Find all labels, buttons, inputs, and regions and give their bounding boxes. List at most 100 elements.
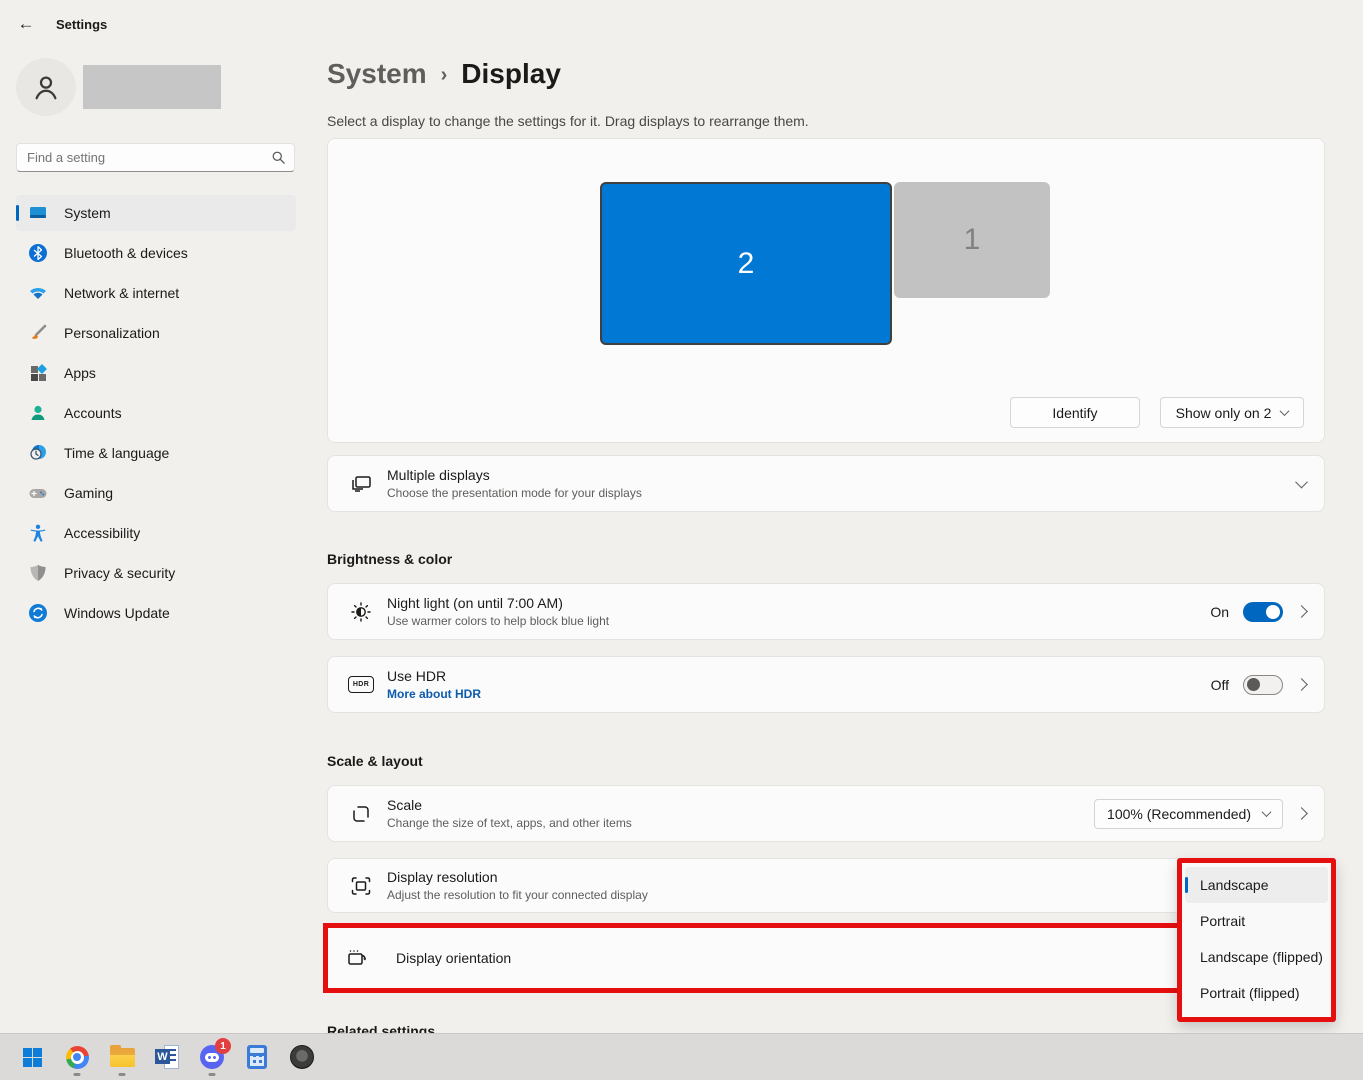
sidebar-item-label: Network & internet bbox=[64, 285, 179, 301]
orientation-option-portrait-flipped[interactable]: Portrait (flipped) bbox=[1185, 975, 1328, 1011]
display-resolution-row[interactable]: Display resolution Adjust the resolution… bbox=[327, 858, 1325, 913]
use-hdr-row[interactable]: HDR Use HDR More about HDR Off bbox=[327, 656, 1325, 713]
sidebar-item-label: Bluetooth & devices bbox=[64, 245, 188, 261]
scale-select[interactable]: 100% (Recommended) bbox=[1094, 799, 1283, 829]
sidebar-item-system[interactable]: System bbox=[16, 195, 296, 231]
identify-button[interactable]: Identify bbox=[1010, 397, 1140, 428]
breadcrumb-system[interactable]: System bbox=[327, 58, 427, 90]
word-icon: W bbox=[155, 1045, 179, 1069]
page-title: Display bbox=[461, 58, 561, 90]
sidebar-item-label: Accessibility bbox=[64, 525, 140, 541]
user-name-redacted bbox=[83, 65, 221, 109]
sidebar-item-label: Time & language bbox=[64, 445, 169, 461]
multiple-displays-title: Multiple displays bbox=[387, 467, 1297, 483]
orientation-option-portrait[interactable]: Portrait bbox=[1185, 903, 1328, 939]
shield-icon bbox=[28, 563, 48, 583]
breadcrumb: System › Display bbox=[327, 58, 561, 90]
sidebar-item-privacy-security[interactable]: Privacy & security bbox=[16, 555, 296, 591]
monitor-1-label: 1 bbox=[964, 223, 981, 257]
search-box[interactable] bbox=[16, 143, 295, 172]
sidebar-item-personalization[interactable]: Personalization bbox=[16, 315, 296, 351]
scale-value: 100% (Recommended) bbox=[1107, 806, 1251, 822]
sidebar-item-label: Gaming bbox=[64, 485, 113, 501]
wifi-icon bbox=[28, 283, 48, 303]
multiple-displays-icon bbox=[348, 472, 374, 496]
display-orientation-row[interactable]: Display orientation bbox=[323, 923, 1189, 993]
multiple-displays-subtitle: Choose the presentation mode for your di… bbox=[387, 486, 1297, 500]
more-about-hdr-link[interactable]: More about HDR bbox=[387, 687, 1211, 701]
apps-icon bbox=[28, 363, 48, 383]
hdr-state: Off bbox=[1211, 677, 1229, 693]
chevron-right-icon[interactable] bbox=[1295, 807, 1308, 820]
monitor-1[interactable]: 1 bbox=[894, 182, 1050, 298]
start-button[interactable] bbox=[12, 1036, 52, 1078]
night-light-icon bbox=[348, 600, 374, 624]
display-arrangement-panel: 2 1 Identify Show only on 2 bbox=[327, 138, 1325, 443]
page-subtitle: Select a display to change the settings … bbox=[327, 113, 809, 129]
search-icon[interactable] bbox=[271, 150, 286, 165]
display-resolution-icon bbox=[348, 874, 374, 898]
sidebar-item-label: Privacy & security bbox=[64, 565, 175, 581]
calculator-icon bbox=[247, 1045, 267, 1069]
avatar bbox=[16, 58, 76, 116]
update-icon bbox=[28, 603, 48, 623]
night-light-title: Night light (on until 7:00 AM) bbox=[387, 595, 1210, 611]
scale-icon bbox=[348, 802, 374, 826]
app-title: Settings bbox=[56, 17, 107, 32]
scale-subtitle: Change the size of text, apps, and other… bbox=[387, 816, 1094, 830]
sidebar-item-accounts[interactable]: Accounts bbox=[16, 395, 296, 431]
section-scale-layout: Scale & layout bbox=[327, 753, 423, 769]
taskbar: W 1 bbox=[0, 1033, 1363, 1080]
sidebar-item-label: Personalization bbox=[64, 325, 160, 341]
search-input[interactable] bbox=[27, 150, 271, 165]
file-explorer-icon bbox=[110, 1048, 135, 1067]
taskbar-calculator[interactable] bbox=[237, 1036, 277, 1078]
night-light-row[interactable]: Night light (on until 7:00 AM) Use warme… bbox=[327, 583, 1325, 640]
display-orientation-title: Display orientation bbox=[396, 950, 511, 966]
taskbar-chrome[interactable] bbox=[57, 1036, 97, 1078]
chevron-down-icon bbox=[1262, 807, 1272, 817]
scale-row[interactable]: Scale Change the size of text, apps, and… bbox=[327, 785, 1325, 842]
accounts-icon bbox=[28, 403, 48, 423]
chevron-right-icon[interactable] bbox=[1295, 605, 1308, 618]
chevron-right-icon[interactable] bbox=[1295, 678, 1308, 691]
section-brightness-color: Brightness & color bbox=[327, 551, 452, 567]
paintbrush-icon bbox=[28, 323, 48, 343]
sidebar-item-apps[interactable]: Apps bbox=[16, 355, 296, 391]
show-only-dropdown[interactable]: Show only on 2 bbox=[1160, 397, 1304, 428]
display-resolution-title: Display resolution bbox=[387, 869, 1193, 885]
sidebar-item-windows-update[interactable]: Windows Update bbox=[16, 595, 296, 631]
chevron-down-icon bbox=[1280, 406, 1290, 416]
sidebar-item-accessibility[interactable]: Accessibility bbox=[16, 515, 296, 551]
sidebar-item-bluetooth-devices[interactable]: Bluetooth & devices bbox=[16, 235, 296, 271]
account-block[interactable] bbox=[16, 58, 221, 116]
running-indicator bbox=[209, 1073, 216, 1076]
person-icon bbox=[31, 72, 61, 102]
breadcrumb-separator: › bbox=[441, 64, 448, 87]
chevron-down-icon[interactable] bbox=[1295, 476, 1308, 489]
monitor-2[interactable]: 2 bbox=[600, 182, 892, 345]
windows-logo-icon bbox=[23, 1048, 42, 1067]
back-button[interactable]: ← bbox=[10, 8, 42, 40]
taskbar-discord[interactable]: 1 bbox=[192, 1036, 232, 1078]
orientation-dropdown: Landscape Portrait Landscape (flipped) P… bbox=[1177, 858, 1336, 1022]
taskbar-word[interactable]: W bbox=[147, 1036, 187, 1078]
multiple-displays-row[interactable]: Multiple displays Choose the presentatio… bbox=[327, 455, 1325, 512]
night-light-state: On bbox=[1210, 604, 1229, 620]
hdr-toggle[interactable] bbox=[1243, 675, 1283, 695]
world-of-tanks-icon bbox=[290, 1045, 314, 1069]
sidebar-item-network-internet[interactable]: Network & internet bbox=[16, 275, 296, 311]
running-indicator bbox=[119, 1073, 126, 1076]
hdr-icon: HDR bbox=[348, 676, 374, 693]
running-indicator bbox=[74, 1073, 81, 1076]
night-light-toggle[interactable] bbox=[1243, 602, 1283, 622]
main-content: System › Display Select a display to cha… bbox=[327, 0, 1325, 1080]
orientation-option-landscape[interactable]: Landscape bbox=[1185, 867, 1328, 903]
taskbar-file-explorer[interactable] bbox=[102, 1036, 142, 1078]
orientation-option-landscape-flipped[interactable]: Landscape (flipped) bbox=[1185, 939, 1328, 975]
sidebar-item-label: Windows Update bbox=[64, 605, 170, 621]
taskbar-world-of-tanks[interactable] bbox=[282, 1036, 322, 1078]
sidebar-nav: System Bluetooth & devices Network & int… bbox=[16, 195, 296, 635]
sidebar-item-time-language[interactable]: Time & language bbox=[16, 435, 296, 471]
sidebar-item-gaming[interactable]: Gaming bbox=[16, 475, 296, 511]
